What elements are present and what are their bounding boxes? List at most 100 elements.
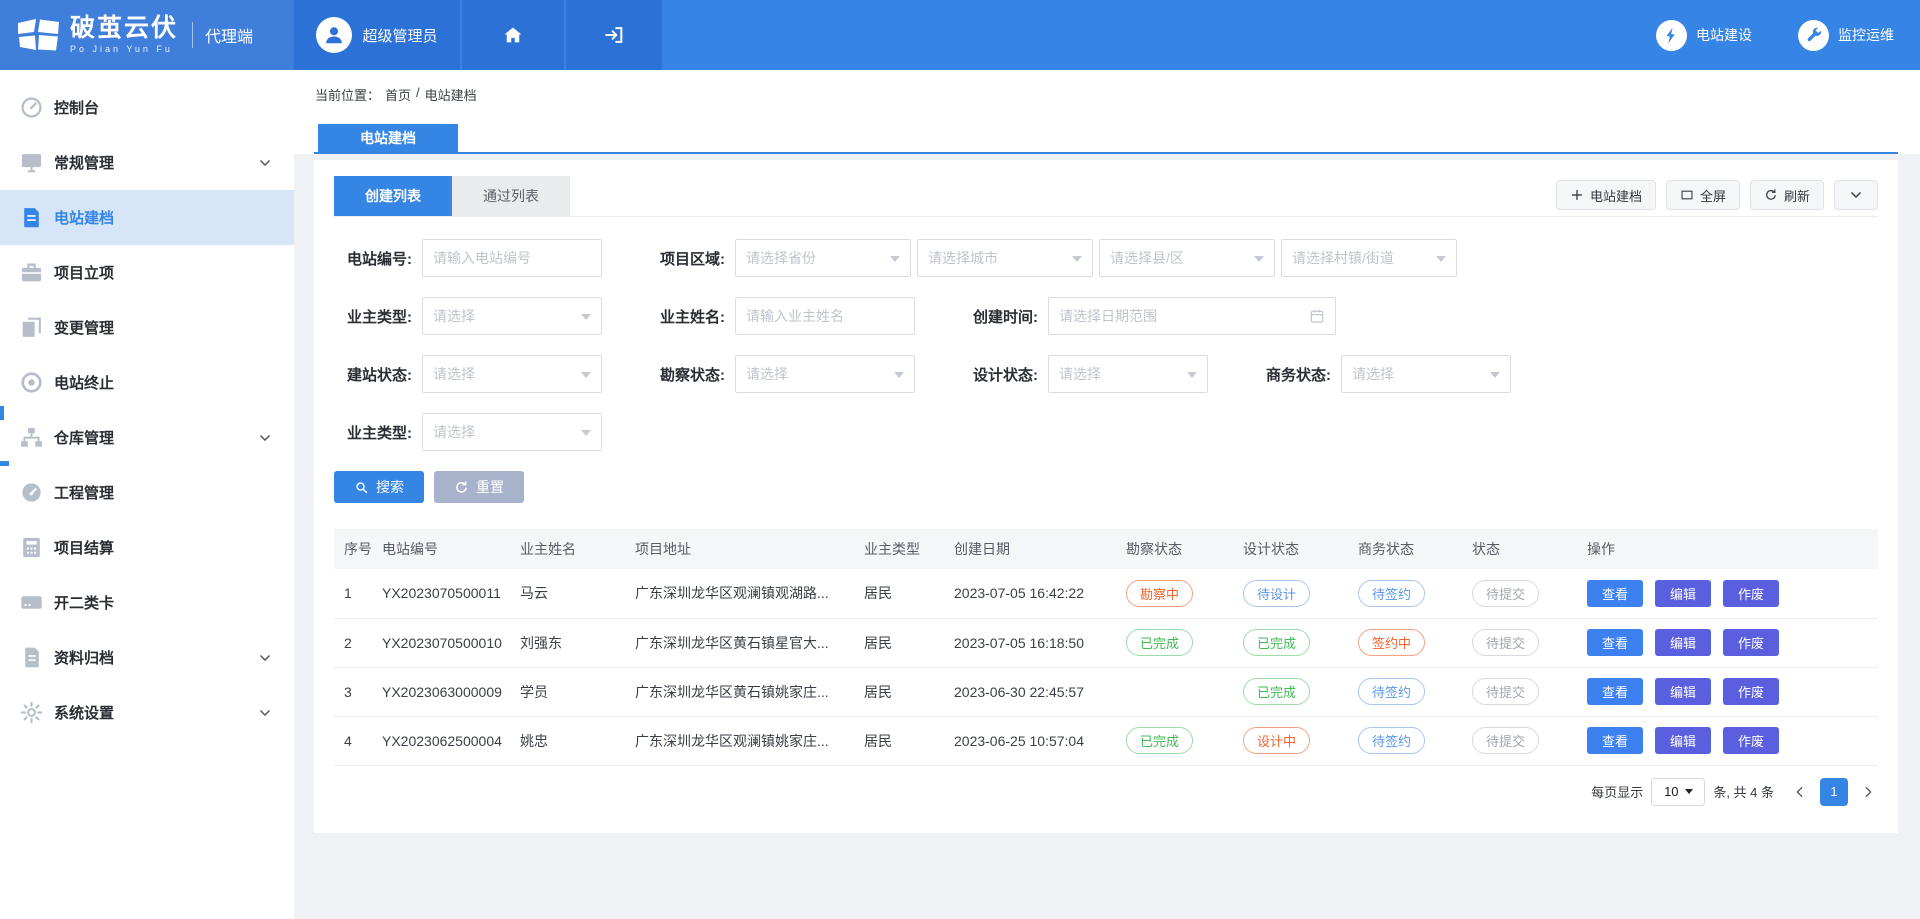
filter-build-status-select[interactable]: 请选择 (422, 355, 602, 393)
monitor-icon (19, 150, 44, 175)
cell-no: 2 (334, 618, 382, 667)
sidebar-item-data-archive[interactable]: 资料归档 (0, 630, 294, 685)
cell-no: 1 (334, 569, 382, 618)
sidebar-item-change-management[interactable]: 变更管理 (0, 300, 294, 355)
row-view-button[interactable]: 查看 (1587, 629, 1643, 656)
filter-group-owner-name: 业主姓名: (647, 297, 915, 335)
dashboard-icon (19, 95, 44, 120)
table-row: 4 YX2023062500004 姚忠 广东深圳龙华区观澜镇姚家庄... 居民… (334, 716, 1878, 765)
sidebar-item-station-termination[interactable]: 电站终止 (0, 355, 294, 410)
logout-button[interactable] (566, 0, 662, 70)
refresh-button[interactable]: 刷新 (1750, 180, 1824, 210)
sidebar-item-engineering-management[interactable]: 工程管理 (0, 465, 294, 520)
status-badge: 勘察中 (1126, 580, 1193, 607)
filter-row: 电站编号:项目区域:请选择省份请选择城市请选择县/区请选择村镇/街道 (334, 239, 1878, 277)
filter-label-owner-type: 业主类型: (334, 306, 412, 327)
filter-row: 业主类型:请选择 (334, 413, 1878, 451)
cell-created: 2023-07-05 16:18:50 (954, 618, 1126, 667)
row-edit-button[interactable]: 编辑 (1655, 727, 1711, 754)
content-card: 创建列表通过列表 电站建档 全屏 刷新 电站编号:项目区域:请选择省份请选择城市… (314, 160, 1898, 833)
filter-town-select[interactable]: 请选择村镇/街道 (1281, 239, 1457, 277)
sidebar-item-station-archive[interactable]: 电站建档 (0, 190, 294, 245)
home-button[interactable] (462, 0, 564, 70)
cell-survey-status: 已完成 (1126, 618, 1243, 667)
sidebar-item-console[interactable]: 控制台 (0, 80, 294, 135)
cell-type: 居民 (864, 569, 954, 618)
cell-actions: 查看编辑作废 (1587, 618, 1878, 667)
cell-status: 待提交 (1472, 716, 1587, 765)
sidebar-item-general-management[interactable]: 常规管理 (0, 135, 294, 190)
row-view-button[interactable]: 查看 (1587, 727, 1643, 754)
row-void-button[interactable]: 作废 (1723, 727, 1779, 754)
current-user[interactable]: 超级管理员 (294, 0, 460, 70)
cell-created: 2023-06-25 10:57:04 (954, 716, 1126, 765)
column-header-created: 创建日期 (954, 529, 1126, 569)
filter-survey-status-select[interactable]: 请选择 (735, 355, 915, 393)
per-page-select[interactable]: 10 (1651, 778, 1705, 806)
row-void-button[interactable]: 作废 (1723, 629, 1779, 656)
reset-button[interactable]: 重置 (434, 471, 524, 503)
breadcrumb-home-link[interactable]: 首页 (385, 85, 411, 104)
filter-owner-name-input[interactable] (735, 297, 915, 335)
station-archive-button[interactable]: 电站建档 (1556, 180, 1656, 210)
cell-business-status: 待签约 (1358, 716, 1472, 765)
home-icon (502, 24, 524, 46)
status-badge: 待提交 (1472, 678, 1539, 705)
chevron-down-icon (1254, 256, 1264, 267)
column-header-no: 序号 (334, 529, 382, 569)
filter-owner-type-select[interactable]: 请选择 (422, 297, 602, 335)
user-avatar-icon (316, 17, 352, 53)
row-view-button[interactable]: 查看 (1587, 678, 1643, 705)
cell-type: 居民 (864, 716, 954, 765)
filter-row: 建站状态:请选择勘察状态:请选择设计状态:请选择商务状态:请选择 (334, 355, 1878, 393)
row-void-button[interactable]: 作废 (1723, 678, 1779, 705)
fullscreen-button[interactable]: 全屏 (1666, 180, 1740, 210)
row-edit-button[interactable]: 编辑 (1655, 629, 1711, 656)
chevron-down-icon (258, 706, 272, 720)
chevron-down-icon (258, 156, 272, 170)
page-number-button[interactable]: 1 (1820, 778, 1848, 806)
sidebar-item-warehouse-management[interactable]: 仓库管理 (0, 410, 294, 465)
page-tab-station-archive[interactable]: 电站建档 (318, 124, 458, 152)
filter-owner-type-2-select[interactable]: 请选择 (422, 413, 602, 451)
row-view-button[interactable]: 查看 (1587, 580, 1643, 607)
row-edit-button[interactable]: 编辑 (1655, 580, 1711, 607)
sidebar-item-system-settings[interactable]: 系统设置 (0, 685, 294, 740)
filter-station-code-input[interactable] (422, 239, 602, 277)
brand-area: 破茧云伏 Po Jian Yun Fu 代理端 (0, 0, 294, 70)
filter-province-select[interactable]: 请选择省份 (735, 239, 911, 277)
filter-business-status-select[interactable]: 请选择 (1341, 355, 1511, 393)
briefcase-icon (19, 260, 44, 285)
status-badge: 已完成 (1243, 629, 1310, 656)
header-nav-monitoring-ops[interactable]: 监控运维 (1798, 20, 1894, 51)
header-main: 超级管理员 电站建设 监控运维 (294, 0, 1920, 70)
filter-city-select[interactable]: 请选择城市 (917, 239, 1093, 277)
cell-owner: 学员 (520, 667, 635, 716)
cell-address: 广东深圳龙华区观澜镇姚家庄... (635, 716, 864, 765)
next-page-button[interactable] (1858, 782, 1878, 802)
filter-label-survey-status: 勘察状态: (647, 364, 725, 385)
sidebar-item-second-class-card[interactable]: 开二类卡 (0, 575, 294, 630)
prev-page-button[interactable] (1790, 782, 1810, 802)
filter-create-time-range[interactable]: 请选择日期范围 (1048, 297, 1336, 335)
sidebar-item-project-initiation[interactable]: 项目立项 (0, 245, 294, 300)
tab-passed-list[interactable]: 通过列表 (452, 176, 570, 216)
sidebar-item-project-settlement[interactable]: 项目结算 (0, 520, 294, 575)
search-button[interactable]: 搜索 (334, 471, 424, 503)
main-content: 当前位置： 首页 / 电站建档 电站建档 创建列表通过列表 电站建档 全屏 刷新… (294, 70, 1920, 919)
filter-design-status-select[interactable]: 请选择 (1048, 355, 1208, 393)
column-header-survey: 勘察状态 (1126, 529, 1243, 569)
row-edit-button[interactable]: 编辑 (1655, 678, 1711, 705)
row-void-button[interactable]: 作废 (1723, 580, 1779, 607)
column-header-business: 商务状态 (1358, 529, 1472, 569)
filter-county-select[interactable]: 请选择县/区 (1099, 239, 1275, 277)
header-nav-station-construction[interactable]: 电站建设 (1656, 20, 1752, 51)
status-badge: 待提交 (1472, 727, 1539, 754)
tab-create-list[interactable]: 创建列表 (334, 176, 452, 216)
filter-group-create-time: 创建时间:请选择日期范围 (960, 297, 1336, 335)
toolbar-expand-button[interactable] (1834, 180, 1878, 210)
lightning-icon (1656, 20, 1687, 51)
column-header-design: 设计状态 (1243, 529, 1358, 569)
cell-type: 居民 (864, 618, 954, 667)
fullscreen-icon (1680, 188, 1694, 202)
